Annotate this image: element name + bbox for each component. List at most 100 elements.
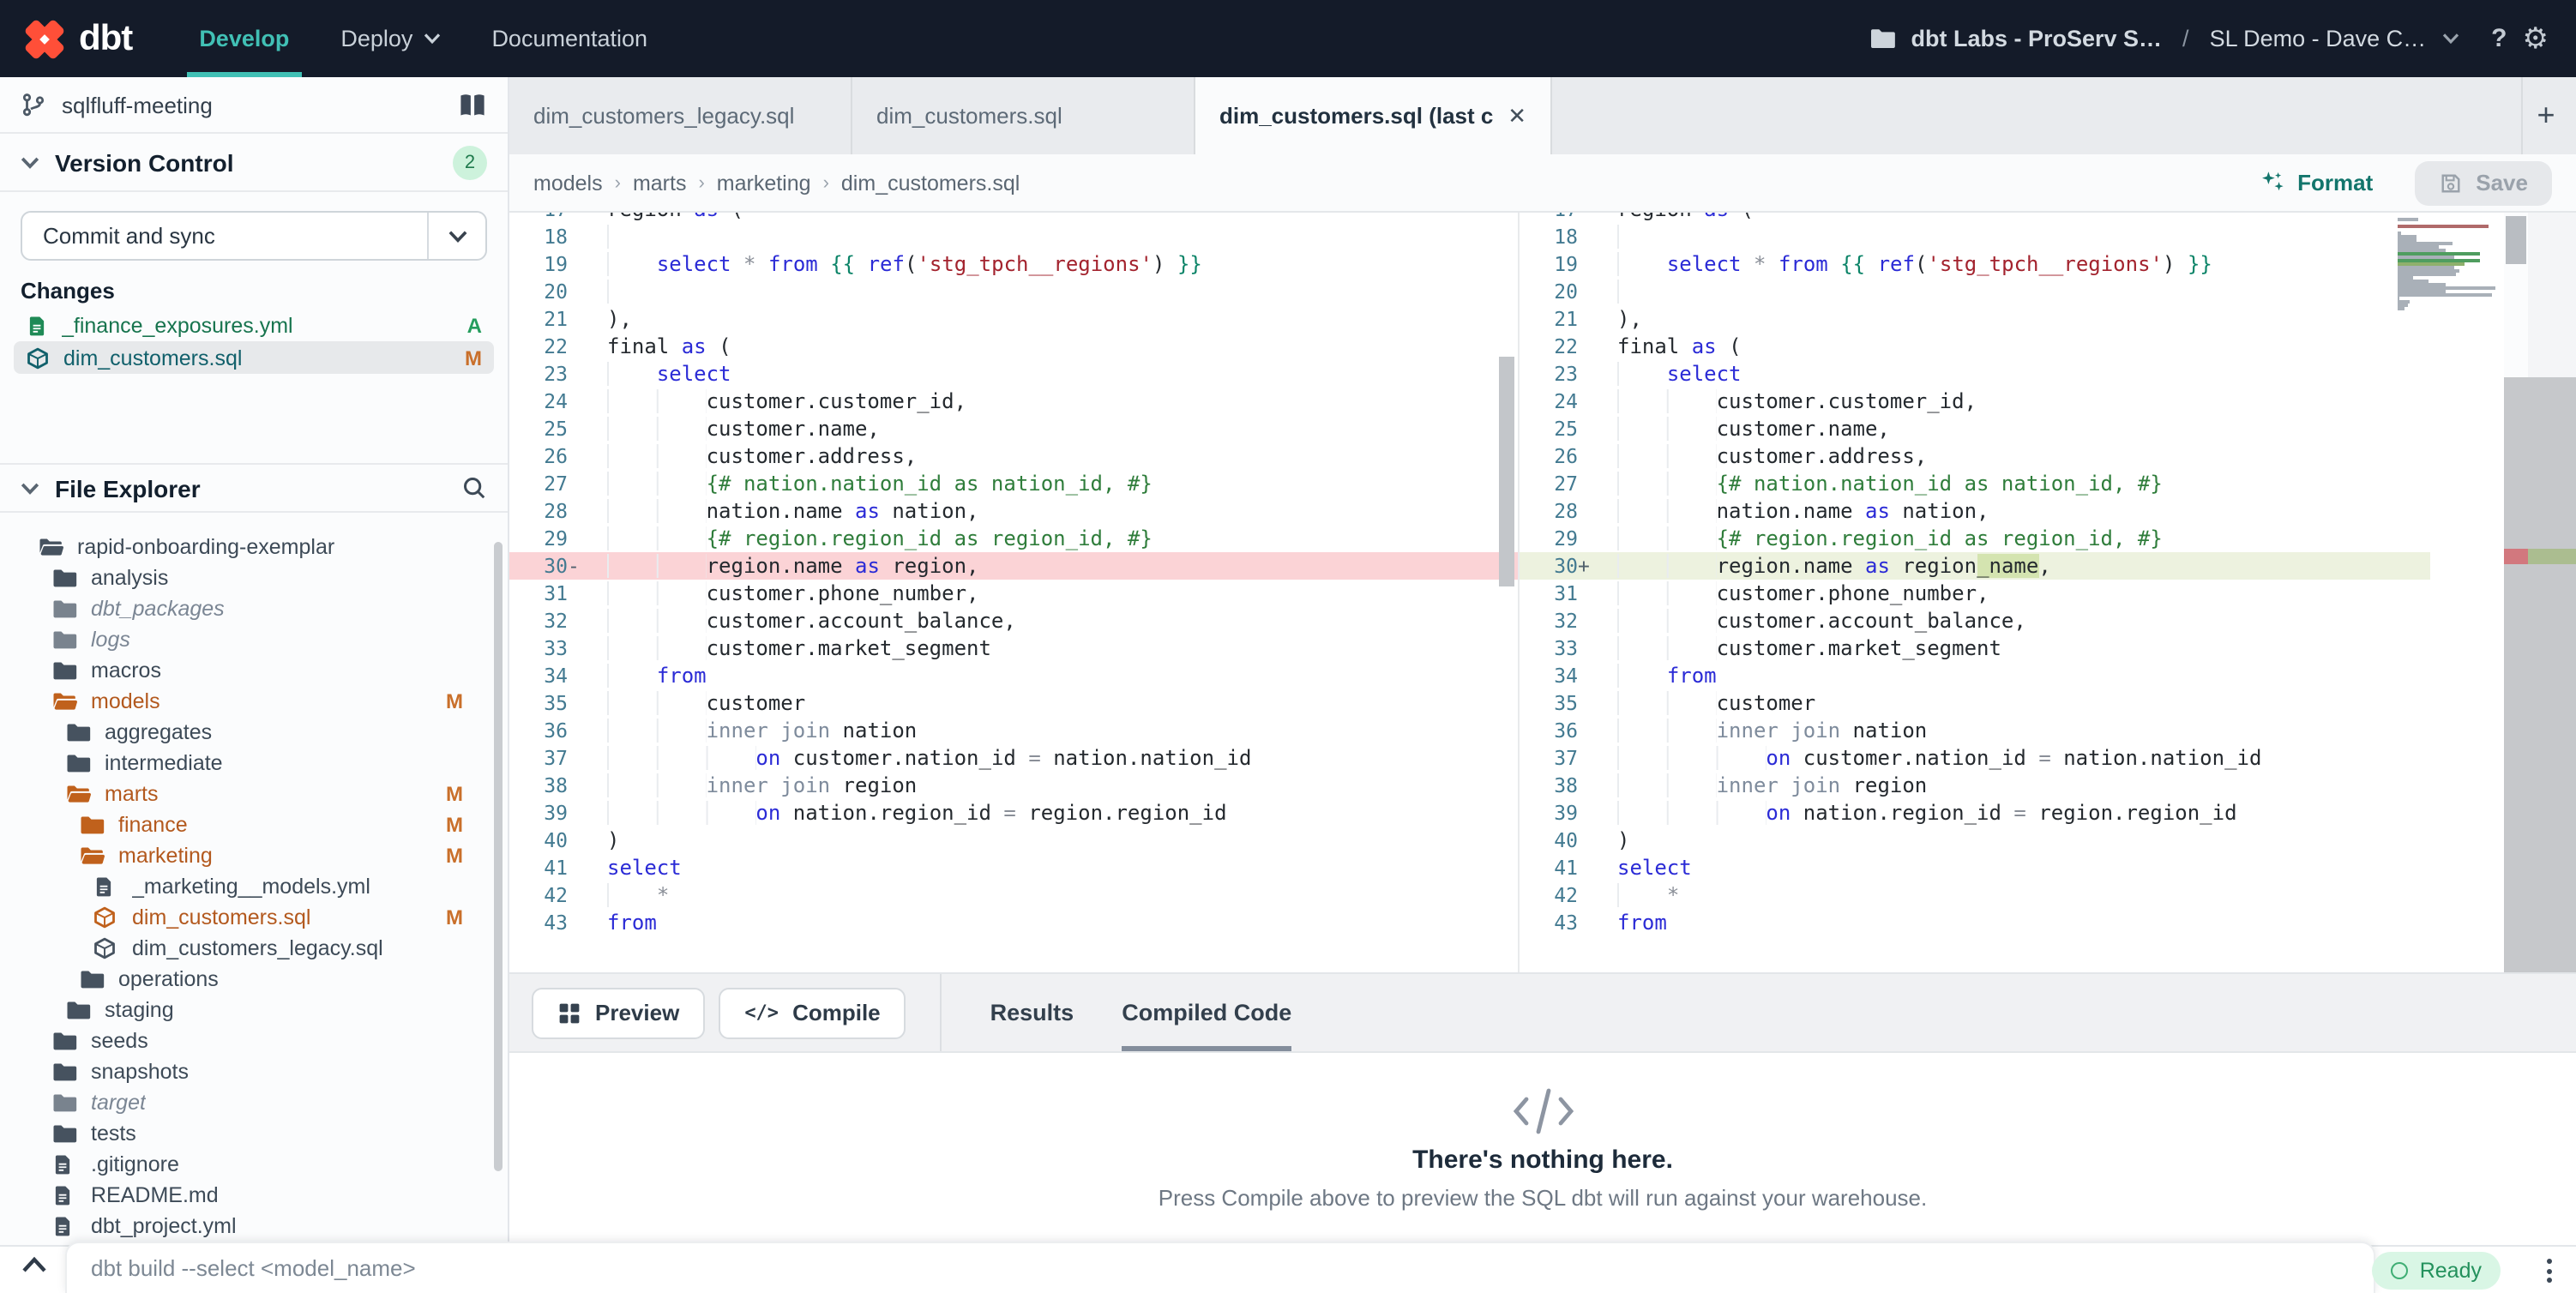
tree-item-README.md[interactable]: README.md (0, 1180, 508, 1211)
tab-dim-customers-legacy[interactable]: dim_customers_legacy.sql (509, 77, 852, 154)
breadcrumb-separator: / (2177, 26, 2194, 51)
doc-icon (51, 1152, 77, 1176)
left-pane-scrollbar[interactable] (1499, 357, 1514, 586)
empty-state-subtitle: Press Compile above to preview the SQL d… (1159, 1185, 1928, 1211)
folder-icon (65, 751, 91, 775)
folder-open-icon (65, 782, 91, 806)
diff-pane-original[interactable]: 17region as (18 19 select * from {{ ref(… (509, 213, 1520, 972)
tree-item-dbt_project.yml[interactable]: dbt_project.yml (0, 1211, 508, 1242)
diff-added-marker (2528, 549, 2576, 564)
breadcrumb-marts[interactable]: marts (633, 171, 687, 195)
main-menu: Develop Deploy Documentation (173, 0, 673, 77)
chevron-up-icon[interactable] (21, 1255, 48, 1274)
changed-file-dim-customers[interactable]: dim_customers.sql M (14, 341, 494, 374)
folder-icon (1869, 27, 1895, 50)
status-badge: M (446, 689, 463, 713)
folder-icon (65, 998, 91, 1022)
tree-item-marketing[interactable]: marketingM (0, 840, 508, 871)
folder-icon (79, 967, 105, 991)
preview-button[interactable]: Preview (532, 987, 705, 1038)
command-bar: Ready (0, 1245, 2576, 1293)
new-tab-plus-icon[interactable]: + (2521, 77, 2569, 154)
status-badge: M (446, 813, 463, 837)
menu-documentation[interactable]: Documentation (466, 0, 673, 77)
minimap[interactable] (2398, 218, 2501, 310)
folder-icon (51, 1029, 77, 1053)
tree-item-intermediate[interactable]: intermediate (0, 748, 508, 779)
sparkles-icon (2260, 170, 2285, 195)
breadcrumb-models[interactable]: models (533, 171, 603, 195)
overview-ruler[interactable] (2528, 213, 2576, 972)
dbt-logo[interactable]: dbt (0, 16, 132, 61)
model-cube-icon (26, 346, 50, 370)
tree-item-analysis[interactable]: analysis (0, 562, 508, 593)
folder-icon (51, 1091, 77, 1115)
search-icon[interactable] (461, 475, 487, 501)
tree-item-snapshots[interactable]: snapshots (0, 1056, 508, 1087)
tree-item-seeds[interactable]: seeds (0, 1025, 508, 1056)
version-control-header[interactable]: Version Control 2 (0, 134, 508, 192)
breadcrumb-marketing[interactable]: marketing (717, 171, 811, 195)
kebab-menu-icon[interactable] (2543, 1255, 2555, 1286)
tree-scrollbar[interactable] (494, 542, 503, 1171)
branch-name: sqlfluff-meeting (62, 92, 213, 117)
status-badge-added: A (467, 313, 482, 337)
ready-status-pill[interactable]: Ready (2372, 1252, 2501, 1290)
tree-item-rapid-onboarding-exemplar[interactable]: rapid-onboarding-exemplar (0, 532, 508, 562)
commit-and-sync-button[interactable]: Commit and sync (21, 211, 487, 261)
menu-develop[interactable]: Develop (173, 0, 315, 77)
tree-item-macros[interactable]: macros (0, 655, 508, 686)
tab-results[interactable]: Results (990, 974, 1074, 1051)
folder-open-icon (51, 689, 77, 713)
tree-item-marts[interactable]: martsM (0, 779, 508, 809)
tree-item-models[interactable]: modelsM (0, 686, 508, 717)
editor-tabbar: dim_customers_legacy.sql dim_customers.s… (509, 77, 2576, 154)
git-branch-row[interactable]: sqlfluff-meeting (0, 77, 508, 134)
file-explorer-header[interactable]: File Explorer (0, 463, 508, 513)
tree-item-tests[interactable]: tests (0, 1118, 508, 1149)
close-icon[interactable]: ✕ (1508, 102, 1526, 129)
tree-item-target[interactable]: target (0, 1087, 508, 1118)
ready-label: Ready (2420, 1259, 2482, 1283)
tree-item-staging[interactable]: staging (0, 995, 508, 1025)
chevron-down-icon (21, 155, 39, 169)
editor-scrollbar[interactable] (2504, 213, 2528, 972)
format-button[interactable]: Format (2249, 168, 2383, 197)
tab-dim-customers[interactable]: dim_customers.sql (852, 77, 1195, 154)
tree-item-aggregates[interactable]: aggregates (0, 717, 508, 748)
code-icon: </> (744, 1001, 779, 1024)
command-input[interactable] (67, 1243, 2374, 1293)
tree-item-dim_customers.sql[interactable]: dim_customers.sqlM (0, 902, 508, 933)
yml-file-icon (26, 313, 48, 337)
folder-icon (65, 720, 91, 744)
tab-dim-customers-last-commit[interactable]: dim_customers.sql (last co… ✕ (1195, 77, 1552, 154)
sidebar: sqlfluff-meeting Version Control 2 Commi… (0, 77, 509, 1245)
breadcrumb-chevron: › (823, 172, 829, 193)
gear-icon[interactable]: ⚙ (2523, 24, 2549, 53)
tree-item-logs[interactable]: logs (0, 624, 508, 655)
commit-options-caret[interactable] (427, 213, 485, 259)
tree-item-_marketing__models.yml[interactable]: _marketing__models.yml (0, 871, 508, 902)
project-selector[interactable]: SL Demo - Dave C… (2210, 26, 2427, 51)
chevron-down-icon[interactable] (2441, 33, 2459, 45)
diff-removed-marker (2504, 549, 2528, 564)
docs-book-icon[interactable] (458, 92, 487, 117)
tab-compiled-code[interactable]: Compiled Code (1122, 974, 1291, 1051)
tree-item-operations[interactable]: operations (0, 964, 508, 995)
changed-file-finance-exposures[interactable]: _finance_exposures.yml A (14, 309, 494, 341)
account-name[interactable]: dbt Labs - ProServ S… (1911, 26, 2162, 51)
compile-button[interactable]: </> Compile (719, 987, 906, 1038)
breadcrumb-file[interactable]: dim_customers.sql (841, 171, 1020, 195)
tree-item-.gitignore[interactable]: .gitignore (0, 1149, 508, 1180)
tree-item-dbt_packages[interactable]: dbt_packages (0, 593, 508, 624)
help-icon[interactable]: ? (2491, 24, 2507, 53)
save-button[interactable]: Save (2414, 160, 2552, 205)
panel-divider (941, 974, 942, 1051)
model-icon (93, 936, 118, 960)
diff-pane-modified[interactable]: 17region as (18 19 select * from {{ ref(… (1520, 213, 2576, 972)
tree-item-dim_customers_legacy.sql[interactable]: dim_customers_legacy.sql (0, 933, 508, 964)
bottom-panel: Preview </> Compile Results Compiled Cod… (509, 972, 2576, 1245)
tree-item-finance[interactable]: financeM (0, 809, 508, 840)
folder-icon (51, 628, 77, 652)
menu-deploy[interactable]: Deploy (315, 0, 466, 77)
